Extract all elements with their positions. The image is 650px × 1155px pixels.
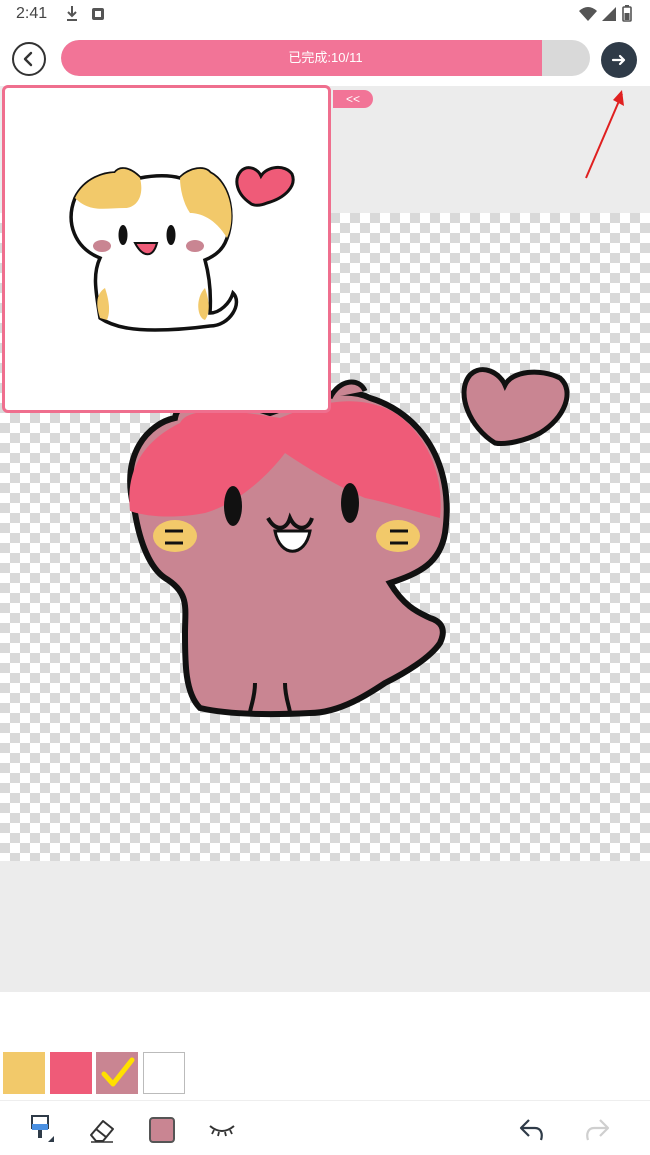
status-time: 2:41 xyxy=(16,5,48,22)
wifi-icon xyxy=(578,4,598,29)
hide-lines-button[interactable] xyxy=(205,1113,239,1147)
progress-label: 已完成:10/11 xyxy=(288,50,363,65)
color-palette xyxy=(0,1048,650,1098)
bottom-toolbar xyxy=(0,1100,650,1155)
signal-icon xyxy=(600,4,618,29)
download-icon xyxy=(64,4,80,29)
status-bar: 2:41 xyxy=(0,0,650,30)
color-swatch-mauve[interactable] xyxy=(96,1052,138,1094)
eraser-tool-button[interactable] xyxy=(85,1113,119,1147)
reference-image-panel xyxy=(2,85,331,413)
color-swatch-white[interactable] xyxy=(143,1052,185,1094)
next-button[interactable] xyxy=(601,42,637,78)
reference-cat-image xyxy=(69,166,295,332)
canvas-cat-cheek-left xyxy=(153,520,197,552)
check-icon xyxy=(101,1057,135,1087)
canvas-cat-eye-left xyxy=(224,486,242,526)
undo-icon xyxy=(519,1119,543,1141)
redo-button[interactable] xyxy=(580,1113,614,1147)
canvas-cat-eye-right xyxy=(341,483,359,523)
color-swatch-red[interactable] xyxy=(50,1052,92,1094)
brush-tool-button[interactable] xyxy=(24,1113,58,1147)
current-color-icon xyxy=(149,1117,175,1143)
top-bar: 已完成:10/11 xyxy=(0,30,650,86)
chevron-left-icon xyxy=(23,51,33,67)
progress-bar: 已完成:10/11 xyxy=(61,40,590,76)
redo-icon xyxy=(586,1119,610,1141)
collapse-reference-button[interactable]: << xyxy=(333,90,373,108)
annotation-arrow-icon xyxy=(585,90,624,179)
notification-icon xyxy=(90,4,106,29)
arrow-right-icon xyxy=(611,54,626,66)
eye-hide-icon xyxy=(209,1125,235,1137)
brush-icon xyxy=(31,1115,54,1142)
back-button[interactable] xyxy=(12,42,46,76)
color-swatch-yellow[interactable] xyxy=(3,1052,45,1094)
undo-button[interactable] xyxy=(515,1113,549,1147)
eraser-icon xyxy=(90,1120,114,1143)
canvas-cat-cheek-right xyxy=(376,520,420,552)
battery-icon xyxy=(622,4,632,29)
current-color-button[interactable] xyxy=(145,1113,179,1147)
canvas-heart xyxy=(461,367,570,446)
